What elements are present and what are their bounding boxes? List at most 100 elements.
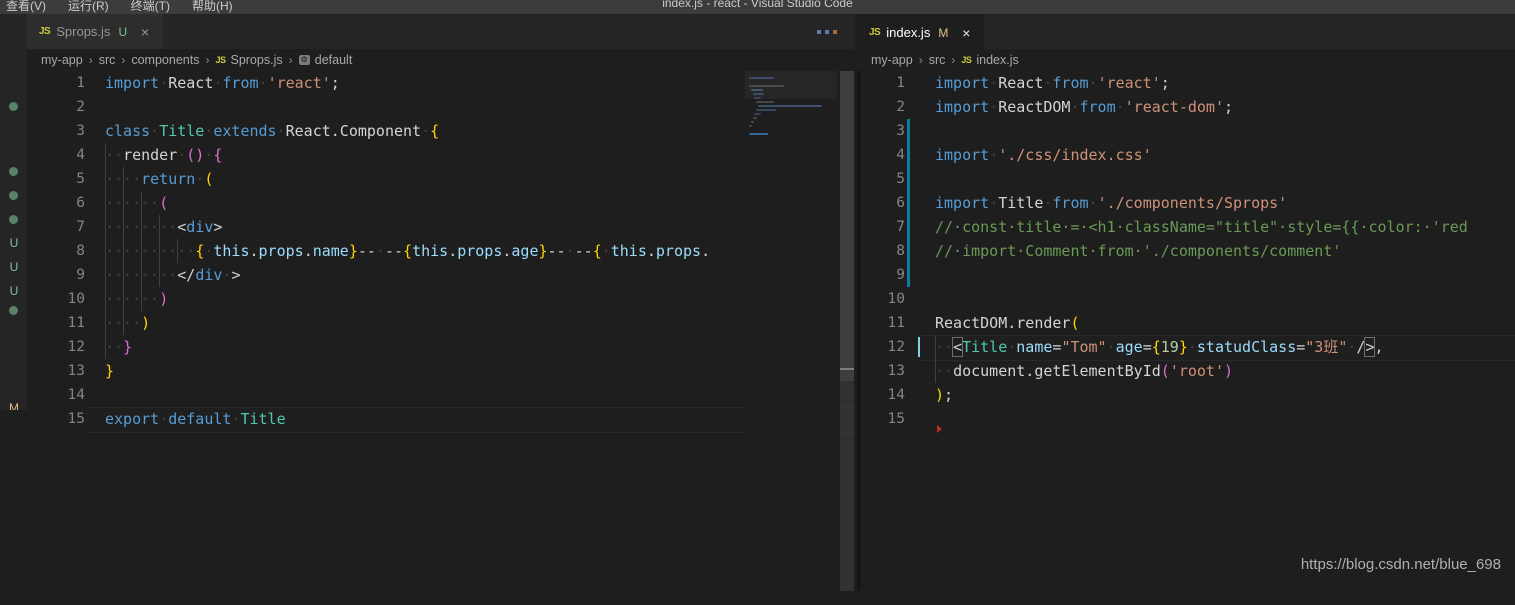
code-line[interactable]: 4 ··render·()·{ xyxy=(27,143,855,167)
line-number: 3 xyxy=(896,123,905,139)
code-line[interactable]: 5 xyxy=(857,167,1515,191)
explorer-strip[interactable]: U U U M xyxy=(0,14,27,605)
code-line[interactable]: 3 xyxy=(857,119,1515,143)
code-text: ··render·()·{ xyxy=(105,146,223,164)
code-line[interactable]: 2 import·ReactDOM·from·'react-dom'; xyxy=(857,95,1515,119)
code-line[interactable]: 15 export·default·Title xyxy=(27,407,855,433)
code-line[interactable]: 7 ········<div> xyxy=(27,215,855,239)
line-number: 5 xyxy=(896,171,905,187)
code-line[interactable]: 9 xyxy=(857,263,1515,287)
code-line[interactable]: 8 //·import·Comment·from·'./components/co… xyxy=(857,239,1515,263)
chevron-right-icon: › xyxy=(918,53,923,67)
line-number: 8 xyxy=(896,243,905,259)
minimap-line xyxy=(758,105,822,107)
code-text: import·'./css/index.css' xyxy=(935,146,1152,164)
line-number: 2 xyxy=(76,99,85,115)
breadcrumb-item-file[interactable]: JS index.js xyxy=(961,53,1018,67)
breadcrumb-label: my-app xyxy=(41,53,83,67)
breadcrumb-item-my-app[interactable]: my-app xyxy=(41,53,83,67)
code-line[interactable]: 1 import·React·from·'react'; xyxy=(857,71,1515,95)
code-line[interactable]: 15 xyxy=(857,407,1515,433)
code-line[interactable]: 2 xyxy=(27,95,855,119)
minimap-slider[interactable] xyxy=(745,71,837,99)
code-text: ······) xyxy=(105,290,169,308)
chevron-right-icon: › xyxy=(951,53,956,67)
line-number: 3 xyxy=(76,123,85,139)
line-number: 6 xyxy=(76,195,85,211)
breadcrumb-item-symbol[interactable]: ⚙ default xyxy=(298,53,352,67)
code-line[interactable]: 5 ····return·( xyxy=(27,167,855,191)
code-line[interactable]: 6 ······( xyxy=(27,191,855,215)
code-text: //·const·title·=·<h1·className="title"·s… xyxy=(935,218,1468,236)
minimap-line xyxy=(754,113,762,115)
symbol-icon: ⚙ xyxy=(298,55,310,65)
tab-bar-left: JS Sprops.js U × xyxy=(27,14,855,49)
code-area-right[interactable]: 1 import·React·from·'react'; 2 import·React… xyxy=(857,71,1515,591)
breadcrumb-label: Sprops.js xyxy=(230,53,283,67)
code-line[interactable]: 14 xyxy=(27,383,855,407)
line-number: 9 xyxy=(76,267,85,283)
line-number: 13 xyxy=(887,363,905,379)
chevron-right-icon: › xyxy=(121,53,126,67)
code-line[interactable]: 11 ReactDOM.render( xyxy=(857,311,1515,335)
minimap-left[interactable] xyxy=(745,71,837,591)
code-line[interactable]: 10 ······) xyxy=(27,287,855,311)
git-status-untracked: U xyxy=(9,236,19,250)
tab-git-badge: U xyxy=(118,24,128,39)
git-status-dot xyxy=(9,191,18,200)
code-line[interactable]: 14); xyxy=(857,383,1515,407)
code-line[interactable]: 7 //·const·title·=·<h1·className="title"·… xyxy=(857,215,1515,239)
code-line[interactable]: 9 ········</div·> xyxy=(27,263,855,287)
tab-sprops-js[interactable]: JS Sprops.js U × xyxy=(27,14,165,49)
code-text: ··document.getElementById('root') xyxy=(935,362,1234,380)
git-change-gutter xyxy=(907,215,910,239)
tab-bar-right: JS index.js M × xyxy=(857,14,1515,50)
close-icon[interactable]: × xyxy=(137,25,153,39)
git-change-gutter xyxy=(907,119,910,143)
breadcrumb-item-src[interactable]: src xyxy=(99,53,116,67)
code-text: ··} xyxy=(105,338,133,356)
line-number: 12 xyxy=(67,339,85,355)
overview-ruler-mark xyxy=(840,368,854,370)
chevron-right-icon: › xyxy=(288,53,293,67)
code-line[interactable]: 4 import·'./css/index.css' xyxy=(857,143,1515,167)
tab-git-badge: M xyxy=(938,25,949,40)
line-number: 14 xyxy=(67,387,85,403)
code-text: //·import·Comment·from·'./components/com… xyxy=(935,242,1342,260)
code-line[interactable]: 12 ··} xyxy=(27,335,855,359)
breadcrumb-left[interactable]: my-app › src › components › JS Sprops.js… xyxy=(27,49,855,71)
editor-group-right: JS index.js M × my-app › src › JS index.… xyxy=(857,14,1515,591)
code-line[interactable]: 10 xyxy=(857,287,1515,311)
window-title: index.js - react - Visual Studio Code xyxy=(662,0,853,10)
vertical-scrollbar-thumb[interactable] xyxy=(840,71,854,381)
breadcrumb-item-components[interactable]: components xyxy=(131,53,199,67)
breadcrumb-item-file[interactable]: JS Sprops.js xyxy=(215,53,282,67)
tab-index-js[interactable]: JS index.js M × xyxy=(857,14,986,50)
explorer-empty-area xyxy=(0,410,27,605)
title-bar: 查看(V) 运行(R) 终端(T) 帮助(H) index.js - react… xyxy=(0,0,1515,14)
line-number: 1 xyxy=(76,75,85,91)
breadcrumb-right[interactable]: my-app › src › JS index.js xyxy=(857,49,1515,71)
line-number: 15 xyxy=(67,411,85,427)
close-icon[interactable]: × xyxy=(958,26,974,40)
breadcrumb-item-src[interactable]: src xyxy=(929,53,946,67)
breadcrumb-item-my-app[interactable]: my-app xyxy=(871,53,913,67)
code-text: import·ReactDOM·from·'react-dom'; xyxy=(935,98,1234,116)
code-area-left[interactable]: 1 import·React·from·'react'; 2 3 class·Title… xyxy=(27,71,855,591)
code-line[interactable]: 8 ··········{·this.props.name}--·--{this.… xyxy=(27,239,855,263)
line-number: 10 xyxy=(67,291,85,307)
code-text: ······( xyxy=(105,194,169,212)
vertical-scrollbar-track[interactable] xyxy=(840,381,854,591)
more-actions-ellipsis-icon[interactable] xyxy=(817,29,837,34)
code-line[interactable]: 13} xyxy=(27,359,855,383)
code-line[interactable]: 12 ··<Title·name="Tom"·age={19}·statudCla… xyxy=(857,335,1515,361)
code-line[interactable]: 3 class·Title·extends·React.Component·{ xyxy=(27,119,855,143)
code-text: ····) xyxy=(105,314,151,332)
code-text: import·React·from·'react'; xyxy=(105,74,340,92)
text-cursor xyxy=(918,337,920,357)
line-number: 13 xyxy=(67,363,85,379)
code-line[interactable]: 6 import·Title·from·'./components/Sprops' xyxy=(857,191,1515,215)
code-line[interactable]: 11 ····) xyxy=(27,311,855,335)
code-line[interactable]: 1 import·React·from·'react'; xyxy=(27,71,855,95)
code-line[interactable]: 13 ··document.getElementById('root') xyxy=(857,359,1515,383)
